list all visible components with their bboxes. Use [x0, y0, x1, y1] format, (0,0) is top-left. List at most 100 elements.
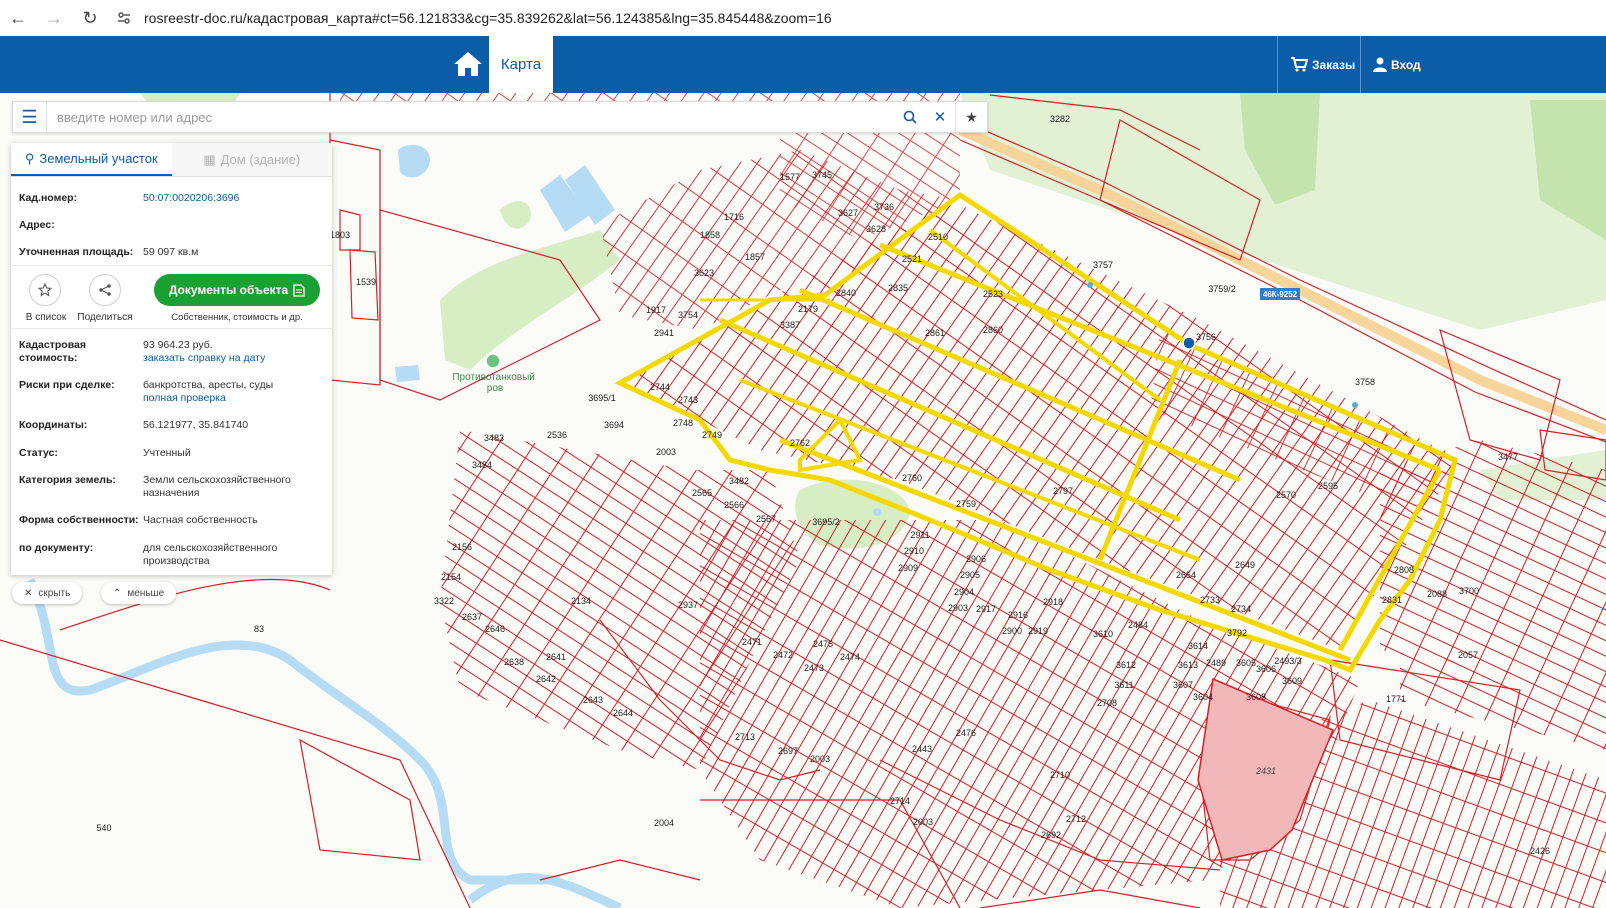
clear-icon[interactable]: ✕: [925, 102, 955, 132]
parcel-label-3758: 3758: [1355, 377, 1375, 387]
parcel-label-2760: 2760: [902, 473, 922, 483]
parcel-label-2443: 2443: [912, 744, 932, 754]
cad-number-link[interactable]: 50:07:0020206:3696: [143, 192, 239, 204]
star-outline-icon: [38, 283, 52, 297]
tab-land-label: Земельный участок: [39, 151, 158, 166]
parcel-label-2088: 2088: [1427, 589, 1447, 599]
parcel-label-2918: 2918: [1043, 597, 1063, 607]
parcel-label-2733: 2733: [1200, 595, 1220, 605]
order-certificate-link[interactable]: заказать справку на дату: [143, 352, 265, 364]
parcel-label-2649: 2649: [1235, 560, 1255, 570]
row-cad-number: Кад.номер: 50:07:0020206:3696: [19, 192, 324, 205]
address-label: Адрес:: [19, 219, 55, 231]
share-icon: [99, 284, 111, 296]
parcel-label-1857: 1857: [745, 252, 765, 262]
parcel-label-3482: 3482: [729, 476, 749, 486]
tab-house[interactable]: ▦ Дом (здание): [171, 143, 332, 176]
parcel-label-2156: 2156: [452, 542, 472, 552]
parcel-label-2471: 2471: [742, 637, 762, 647]
orders-link[interactable]: Заказы: [1291, 36, 1355, 93]
status-label: Статус:: [19, 447, 58, 459]
place-marker-icon[interactable]: [485, 353, 501, 369]
parcel-label-3614: 3614: [1188, 641, 1208, 651]
docs-button-label: Документы объекта: [168, 283, 289, 297]
document-icon: [293, 283, 305, 297]
water-point: [1087, 282, 1093, 288]
add-to-list-button[interactable]: [29, 274, 61, 306]
parcel-label-2916: 2916: [1008, 610, 1028, 620]
share-button[interactable]: [89, 274, 121, 306]
search-input[interactable]: [47, 102, 895, 132]
parcel-label-2536: 2536: [547, 430, 567, 440]
parcel-label-2473: 2473: [804, 663, 824, 673]
parcel-label-2708: 2708: [1097, 698, 1117, 708]
tab-map[interactable]: Карта: [489, 36, 553, 93]
area-label: Уточненная площадь:: [19, 246, 134, 258]
address-value: [143, 219, 324, 232]
row-address: Адрес:: [19, 219, 324, 232]
reload-icon[interactable]: ↻: [72, 0, 108, 36]
ownership-value: Частная собственность: [143, 514, 258, 526]
less-label: меньше: [127, 587, 165, 599]
parcel-label-3608: 3608: [1246, 692, 1266, 702]
search-icon[interactable]: [895, 102, 925, 132]
area-value: 59 097 кв.м: [143, 246, 199, 258]
forward-arrow-icon[interactable]: →: [36, 0, 72, 36]
parcel-label-3792: 3792: [1227, 628, 1247, 638]
parcel-label-2919: 2919: [1028, 626, 1048, 636]
menu-icon[interactable]: ☰: [13, 102, 47, 132]
parcel-label-2748: 2748: [673, 418, 693, 428]
cost-value: 93 964.23 руб. заказать справку на дату: [143, 339, 266, 364]
parcel-label-3282: 3282: [1050, 114, 1070, 124]
parcel-label-2692: 2692: [1041, 830, 1061, 840]
back-arrow-icon[interactable]: ←: [0, 0, 36, 36]
selected-point-marker[interactable]: [1182, 336, 1196, 350]
parcel-label-2749: 2749: [702, 430, 722, 440]
parcel-label-2493: 2493/3: [1274, 656, 1302, 666]
panel-tabs: ⚲ Земельный участок ▦ Дом (здание): [11, 143, 332, 177]
parcel-label-3611: 3611: [1114, 680, 1133, 690]
parcel-label-3606: 3606: [1256, 664, 1276, 674]
parcel-label-3477: 3477: [1498, 452, 1518, 462]
parcel-label-2523: 2523: [983, 289, 1003, 299]
parcel-label-2860: 2860: [983, 325, 1003, 335]
object-documents-button[interactable]: Документы объекта: [154, 274, 320, 306]
parcel-label-2941: 2941: [654, 328, 674, 338]
parcel-label-2476: 2476: [956, 728, 976, 738]
hide-panel-button[interactable]: ✕ скрыть: [12, 582, 83, 604]
site-settings-icon[interactable]: [116, 10, 132, 26]
parcel-label-3605: 3605: [1236, 658, 1256, 668]
parcel-label-1917: 1917: [646, 305, 666, 315]
login-link[interactable]: Вход: [1373, 36, 1421, 93]
parcel-label-2835: 2835: [888, 283, 908, 293]
parcel-label-2910: 2910: [904, 546, 924, 556]
chevron-up-icon: ⌃: [113, 587, 122, 599]
row-category: Категория земель: Земли сельскохозяйстве…: [19, 474, 324, 500]
parcel-label-2566: 2566: [724, 500, 744, 510]
row-area: Уточненная площадь: 59 097 кв.м: [19, 246, 324, 259]
parcel-label-2521: 2521: [902, 254, 922, 264]
parcel-label-2917: 2917: [976, 604, 996, 614]
parcel-label-2903: 2903: [948, 603, 968, 613]
home-icon[interactable]: [452, 50, 484, 78]
parcel-label-2003b: 2003: [810, 754, 830, 764]
parcel-label-2646: 2646: [485, 624, 505, 634]
full-check-link[interactable]: полная проверка: [143, 392, 226, 404]
parcel-label-3745: 3745: [812, 170, 832, 180]
parcel-label-2911: 2911: [910, 530, 929, 540]
parcel-label-2937: 2937: [678, 600, 698, 610]
address-bar[interactable]: rosreestr-doc.ru/кадастровая_карта#ct=56…: [144, 10, 832, 26]
risks-value: банкротства, аресты, суды полная проверка: [143, 379, 274, 404]
parcel-label-3610: 3610: [1093, 629, 1113, 639]
browser-bar: ← → ↻ rosreestr-doc.ru/кадастровая_карта…: [0, 0, 1606, 36]
favorites-star-icon[interactable]: ★: [955, 102, 987, 132]
place-label: Противотанковый ров: [452, 372, 537, 394]
action-bar: В список Поделиться Документы объекта Со…: [11, 265, 332, 329]
parcel-label-2808: 2808: [1394, 565, 1414, 575]
coords-value: 56.121977, 35.841740: [143, 419, 249, 431]
tab-land-parcel[interactable]: ⚲ Земельный участок: [11, 143, 172, 176]
parcel-label-2004: 2004: [654, 818, 674, 828]
row-coords: Координаты: 56.121977, 35.841740: [19, 419, 324, 432]
less-button[interactable]: ⌃ меньше: [101, 582, 177, 604]
parcel-label-1716: 1716: [724, 212, 744, 222]
